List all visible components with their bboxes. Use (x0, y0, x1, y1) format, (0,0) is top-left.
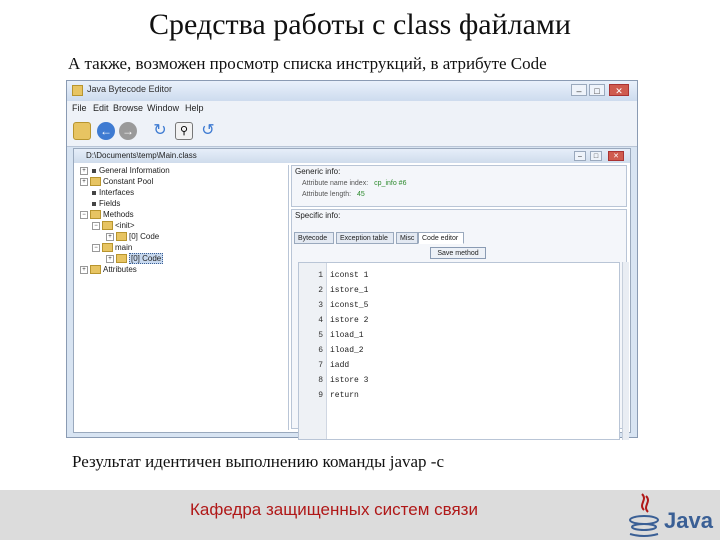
folder-icon (90, 265, 101, 275)
tree-item-main-code[interactable]: + [0] Code (106, 253, 164, 264)
editor-scrollbar[interactable] (622, 262, 629, 440)
specific-info-group: Specific info: Bytecode Exception table … (291, 209, 629, 440)
back-icon[interactable]: ← (97, 122, 115, 140)
tree-item-constant-pool[interactable]: + Constant Pool (80, 177, 153, 187)
details-panel: Generic info: Attribute name index: cp_in… (291, 165, 629, 440)
folder-icon (102, 243, 113, 253)
tree-item-fields[interactable]: Fields (90, 199, 120, 209)
menu-browse[interactable]: Browse (113, 103, 143, 113)
java-logo-icon: Java (629, 493, 714, 537)
open-icon[interactable] (73, 122, 91, 140)
toolbar: ← → ↻ ⚲ ↺ (67, 116, 637, 147)
line-number: 2 (318, 286, 323, 295)
folder-icon (116, 254, 127, 264)
file-path: D:\Documents\temp\Main.class (86, 151, 197, 160)
maximize-button[interactable]: □ (589, 84, 605, 96)
folder-icon (90, 210, 101, 220)
expand-icon: + (106, 232, 114, 241)
bytecode-editor-window: Java Bytecode Editor – □ ✕ File Edit Bro… (66, 80, 638, 440)
collapse-icon: − (92, 221, 100, 230)
expand-icon: + (80, 177, 88, 186)
expand-icon: + (80, 166, 88, 175)
slide-result-note: Результат идентичен выполнению команды j… (72, 452, 445, 471)
slide-subtitle: А также, возможен просмотр списка инстру… (68, 54, 547, 73)
tree-item-init[interactable]: − <init> (92, 221, 135, 231)
tab-bytecode[interactable]: Bytecode (294, 232, 334, 244)
collapse-icon: − (92, 243, 100, 252)
line-number: 8 (318, 376, 323, 385)
specific-info-label: Specific info: (295, 211, 341, 220)
expand-icon: + (80, 265, 88, 274)
code-line[interactable]: istore 3 (330, 376, 368, 385)
line-number: 5 (318, 331, 323, 340)
class-file-frame: D:\Documents\temp\Main.class – □ ✕ + Gene… (73, 148, 631, 440)
attribute-length: Attribute length: 45 (302, 191, 365, 198)
tree-item-init-code[interactable]: + [0] Code (106, 232, 159, 242)
slide-footer: Кафедра защищенных систем связи Java (0, 490, 720, 540)
folder-icon (102, 221, 113, 231)
menu-file[interactable]: File (72, 103, 87, 113)
bullet-icon (92, 190, 96, 195)
tree-item-methods[interactable]: − Methods (80, 210, 134, 220)
code-line[interactable]: istore 2 (330, 316, 368, 325)
bullet-icon (92, 201, 96, 206)
footer-department: Кафедра защищенных систем связи (190, 500, 478, 519)
line-number: 9 (318, 391, 323, 400)
slide-title: Средства работы с class файлами (149, 8, 571, 41)
generic-info-label: Generic info: (295, 167, 341, 176)
line-number: 3 (318, 301, 323, 310)
code-line[interactable]: iload_1 (330, 331, 364, 340)
frame-titlebar[interactable]: D:\Documents\temp\Main.class – □ ✕ (74, 149, 630, 163)
menu-help[interactable]: Help (185, 103, 204, 113)
code-line[interactable]: iconst 1 (330, 271, 368, 280)
generic-info-group: Generic info: Attribute name index: cp_in… (291, 165, 627, 207)
line-number-gutter: 1 2 3 4 5 6 7 8 9 (299, 263, 327, 439)
attribute-name-index: Attribute name index: cp_info #6 (302, 180, 407, 187)
save-method-button[interactable]: Save method (430, 247, 486, 259)
frame-maximize-button[interactable]: □ (590, 151, 602, 161)
expand-icon: + (106, 254, 114, 263)
bullet-icon (92, 168, 96, 173)
reload-icon[interactable]: ↺ (199, 122, 217, 140)
app-icon (72, 85, 83, 96)
line-number: 4 (318, 316, 323, 325)
tree-item-interfaces[interactable]: Interfaces (90, 188, 134, 198)
folder-icon (90, 177, 101, 187)
window-titlebar[interactable]: Java Bytecode Editor – □ ✕ (67, 81, 637, 101)
code-line[interactable]: iconst_5 (330, 301, 368, 310)
line-number: 1 (318, 271, 323, 280)
menu-edit[interactable]: Edit (93, 103, 109, 113)
attribute-length-value: 45 (357, 191, 365, 198)
code-line[interactable]: iadd (330, 361, 349, 370)
search-icon[interactable]: ⚲ (175, 122, 193, 140)
folder-icon (116, 232, 127, 242)
collapse-icon: − (80, 210, 88, 219)
window-title: Java Bytecode Editor (87, 84, 173, 94)
code-line[interactable]: return (330, 391, 359, 400)
tab-misc[interactable]: Misc (396, 232, 418, 244)
refresh-icon[interactable]: ↻ (151, 122, 169, 140)
class-tree: + General Information + Constant Pool Inte… (76, 165, 289, 430)
minimize-button[interactable]: – (571, 84, 587, 96)
close-button[interactable]: ✕ (609, 84, 629, 96)
tab-exception-table[interactable]: Exception table (336, 232, 394, 244)
tab-code-editor[interactable]: Code editor (418, 232, 464, 244)
frame-close-button[interactable]: ✕ (608, 151, 624, 161)
menu-window[interactable]: Window (147, 103, 179, 113)
forward-icon[interactable]: → (119, 122, 137, 140)
tree-item-attributes[interactable]: + Attributes (80, 265, 137, 275)
menubar: File Edit Browse Window Help (67, 101, 637, 116)
attribute-name-index-value[interactable]: cp_info #6 (374, 180, 406, 187)
code-editor[interactable]: 1 2 3 4 5 6 7 8 9 iconst 1 istore_1 icon… (298, 262, 620, 440)
line-number: 6 (318, 346, 323, 355)
line-number: 7 (318, 361, 323, 370)
frame-minimize-button[interactable]: – (574, 151, 586, 161)
java-logo-text: Java (664, 508, 714, 533)
code-line[interactable]: iload_2 (330, 346, 364, 355)
tree-item-general-information[interactable]: + General Information (80, 166, 170, 176)
code-line[interactable]: istore_1 (330, 286, 368, 295)
tree-item-main[interactable]: − main (92, 243, 132, 253)
